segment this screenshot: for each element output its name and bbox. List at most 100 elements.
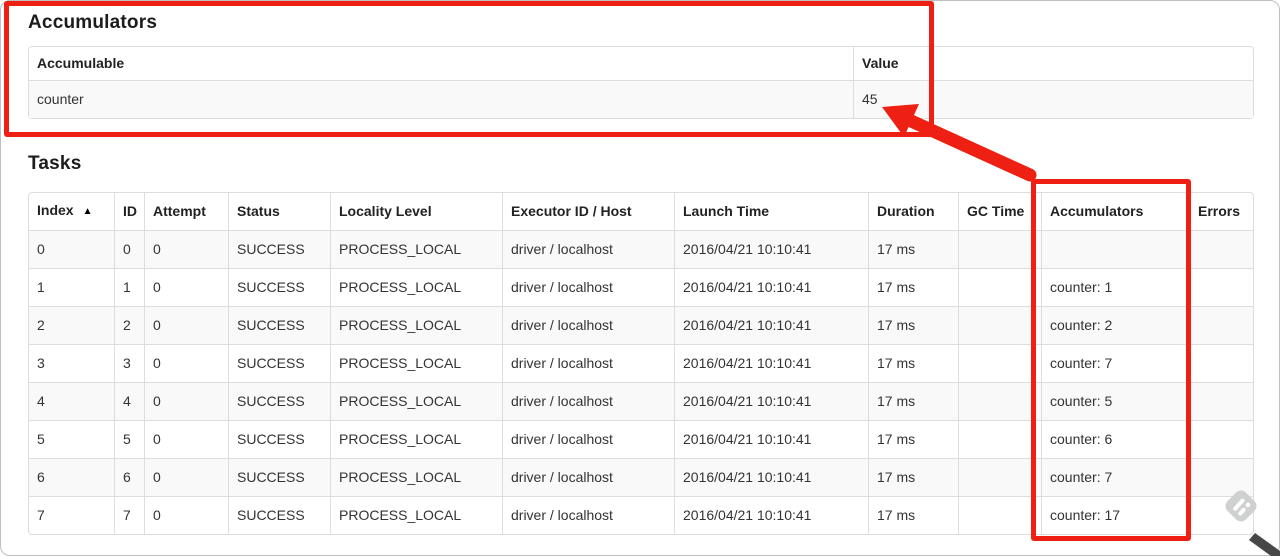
cell-errors bbox=[1189, 306, 1253, 344]
cell-status: SUCCESS bbox=[228, 496, 330, 534]
cell-status: SUCCESS bbox=[228, 268, 330, 306]
table-row: 2 2 0 SUCCESS PROCESS_LOCAL driver / localhos… bbox=[29, 306, 1253, 344]
table-row: 7 7 0 SUCCESS PROCESS_LOCAL driver / localhos… bbox=[29, 496, 1253, 534]
cell-accumulators: counter: 7 bbox=[1041, 344, 1189, 382]
cell-executor-id-host: driver / localhost bbox=[502, 382, 674, 420]
cell-attempt: 0 bbox=[144, 420, 228, 458]
accumulators-header-row: Accumulable Value bbox=[29, 47, 1253, 80]
cell-attempt: 0 bbox=[144, 382, 228, 420]
cell-status: SUCCESS bbox=[228, 458, 330, 496]
col-header-locality-level[interactable]: Locality Level bbox=[330, 193, 502, 230]
cell-executor-id-host: driver / localhost bbox=[502, 306, 674, 344]
col-header-index[interactable]: Index ▲ bbox=[29, 193, 114, 230]
cell-accumulators bbox=[1041, 230, 1189, 268]
cell-duration: 17 ms bbox=[868, 382, 958, 420]
cell-gc-time bbox=[958, 268, 1041, 306]
cell-duration: 17 ms bbox=[868, 496, 958, 534]
cell-attempt: 0 bbox=[144, 344, 228, 382]
cell-errors bbox=[1189, 268, 1253, 306]
cell-executor-id-host: driver / localhost bbox=[502, 458, 674, 496]
col-header-launch-time[interactable]: Launch Time bbox=[674, 193, 868, 230]
cell-id: 3 bbox=[114, 344, 144, 382]
cell-attempt: 0 bbox=[144, 458, 228, 496]
cell-gc-time bbox=[958, 382, 1041, 420]
table-row: 1 1 0 SUCCESS PROCESS_LOCAL driver / localhos… bbox=[29, 268, 1253, 306]
col-header-id[interactable]: ID bbox=[114, 193, 144, 230]
cell-index: 0 bbox=[29, 230, 114, 268]
cell-errors bbox=[1189, 458, 1253, 496]
cell-launch-time: 2016/04/21 10:10:41 bbox=[674, 268, 868, 306]
cell-launch-time: 2016/04/21 10:10:41 bbox=[674, 230, 868, 268]
sort-ascending-icon: ▲ bbox=[82, 206, 93, 217]
table-row: 3 3 0 SUCCESS PROCESS_LOCAL driver / localhos… bbox=[29, 344, 1253, 382]
cell-duration: 17 ms bbox=[868, 268, 958, 306]
cell-accumulators: counter: 5 bbox=[1041, 382, 1189, 420]
table-row: 4 4 0 SUCCESS PROCESS_LOCAL driver / localhos… bbox=[29, 382, 1253, 420]
cell-status: SUCCESS bbox=[228, 306, 330, 344]
cell-duration: 17 ms bbox=[868, 306, 958, 344]
cell-launch-time: 2016/04/21 10:10:41 bbox=[674, 458, 868, 496]
cell-locality-level: PROCESS_LOCAL bbox=[330, 268, 502, 306]
cell-id: 7 bbox=[114, 496, 144, 534]
cell-locality-level: PROCESS_LOCAL bbox=[330, 382, 502, 420]
table-row: 0 0 0 SUCCESS PROCESS_LOCAL driver / localhos… bbox=[29, 230, 1253, 268]
table-row: counter 45 bbox=[29, 80, 1253, 118]
cell-gc-time bbox=[958, 458, 1041, 496]
table-row: 6 6 0 SUCCESS PROCESS_LOCAL driver / localhos… bbox=[29, 458, 1253, 496]
cell-errors bbox=[1189, 420, 1253, 458]
cell-attempt: 0 bbox=[144, 496, 228, 534]
cell-duration: 17 ms bbox=[868, 344, 958, 382]
cell-status: SUCCESS bbox=[228, 230, 330, 268]
cell-index: 2 bbox=[29, 306, 114, 344]
cell-gc-time bbox=[958, 230, 1041, 268]
col-header-attempt[interactable]: Attempt bbox=[144, 193, 228, 230]
col-header-errors[interactable]: Errors bbox=[1189, 193, 1253, 230]
cell-index: 4 bbox=[29, 382, 114, 420]
cell-accumulators: counter: 1 bbox=[1041, 268, 1189, 306]
cell-errors bbox=[1189, 382, 1253, 420]
cell-locality-level: PROCESS_LOCAL bbox=[330, 306, 502, 344]
col-header-index-label: Index bbox=[37, 202, 74, 218]
screenshot-frame: Accumulators Accumulable Value counter 4… bbox=[0, 0, 1280, 556]
cell-attempt: 0 bbox=[144, 306, 228, 344]
cell-accumulators: counter: 6 bbox=[1041, 420, 1189, 458]
cell-id: 2 bbox=[114, 306, 144, 344]
cell-locality-level: PROCESS_LOCAL bbox=[330, 344, 502, 382]
col-header-executor-id-host[interactable]: Executor ID / Host bbox=[502, 193, 674, 230]
cell-gc-time bbox=[958, 496, 1041, 534]
cell-id: 1 bbox=[114, 268, 144, 306]
col-header-value: Value bbox=[853, 47, 1253, 80]
cell-accumulable: counter bbox=[29, 80, 853, 118]
cell-duration: 17 ms bbox=[868, 420, 958, 458]
col-header-accumulators[interactable]: Accumulators bbox=[1041, 193, 1189, 230]
cell-launch-time: 2016/04/21 10:10:41 bbox=[674, 382, 868, 420]
cell-launch-time: 2016/04/21 10:10:41 bbox=[674, 344, 868, 382]
cell-index: 5 bbox=[29, 420, 114, 458]
cell-accumulators: counter: 2 bbox=[1041, 306, 1189, 344]
cell-errors bbox=[1189, 344, 1253, 382]
tasks-section-title: Tasks bbox=[28, 153, 82, 174]
cell-status: SUCCESS bbox=[228, 344, 330, 382]
cell-duration: 17 ms bbox=[868, 458, 958, 496]
cell-status: SUCCESS bbox=[228, 420, 330, 458]
cell-gc-time bbox=[958, 344, 1041, 382]
cell-gc-time bbox=[958, 306, 1041, 344]
cell-accumulators: counter: 7 bbox=[1041, 458, 1189, 496]
col-header-status[interactable]: Status bbox=[228, 193, 330, 230]
col-header-duration[interactable]: Duration bbox=[868, 193, 958, 230]
cell-duration: 17 ms bbox=[868, 230, 958, 268]
cell-executor-id-host: driver / localhost bbox=[502, 230, 674, 268]
accumulators-table: Accumulable Value counter 45 bbox=[28, 46, 1254, 119]
tasks-table: Index ▲ ID Attempt Status Locality Level … bbox=[28, 192, 1254, 535]
cell-executor-id-host: driver / localhost bbox=[502, 268, 674, 306]
col-header-gc-time[interactable]: GC Time bbox=[958, 193, 1041, 230]
accumulators-section-title: Accumulators bbox=[28, 12, 158, 33]
cell-launch-time: 2016/04/21 10:10:41 bbox=[674, 496, 868, 534]
cell-index: 3 bbox=[29, 344, 114, 382]
cell-value: 45 bbox=[853, 80, 1253, 118]
cell-id: 4 bbox=[114, 382, 144, 420]
cell-locality-level: PROCESS_LOCAL bbox=[330, 420, 502, 458]
cell-gc-time bbox=[958, 420, 1041, 458]
cell-accumulators: counter: 17 bbox=[1041, 496, 1189, 534]
cell-id: 5 bbox=[114, 420, 144, 458]
